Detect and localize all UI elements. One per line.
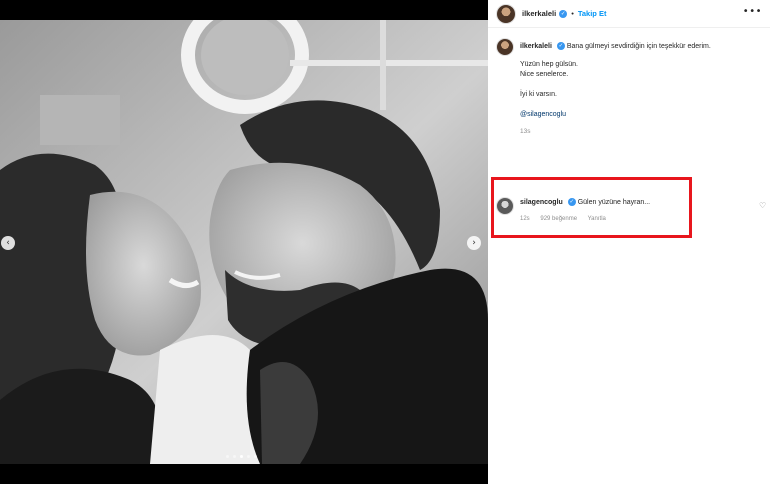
more-options-icon[interactable]: ••• (743, 7, 762, 17)
caption-first-line: Bana gülmeyi sevdirdiğin için teşekkür e… (566, 43, 711, 50)
photo-illustration (0, 20, 488, 464)
caption-line: Yüzün hep gülsün. (520, 61, 578, 68)
caption-mention-link[interactable]: @silagencoglu (520, 110, 762, 120)
carousel-dot[interactable] (226, 455, 229, 458)
commenter-username[interactable]: silagencoglu (520, 199, 563, 206)
caption-author-username[interactable]: ilkerkaleli (520, 43, 552, 50)
caption-verified-badge-icon: ✓ (556, 42, 565, 51)
comment-meta: 12s 929 beğenme Yanıtla (520, 216, 650, 222)
commenter-verified-badge-icon: ✓ (567, 198, 576, 207)
caption-author-avatar[interactable] (496, 38, 514, 56)
post-photo[interactable] (0, 20, 488, 464)
carousel-next-button[interactable]: › (467, 236, 481, 250)
carousel-prev-button[interactable]: ‹ (1, 236, 15, 250)
comment-timestamp[interactable]: 12s (520, 216, 530, 222)
caption-line: Nice senelerce. (520, 71, 569, 78)
caption-timestamp[interactable]: 13s (520, 128, 762, 135)
commenter-avatar[interactable] (496, 197, 514, 215)
post-caption: ilkerkaleli ✓ Bana gülmeyi sevdirdiğin i… (496, 38, 762, 135)
header-separator: • (571, 9, 574, 18)
follow-button[interactable]: Takip Et (578, 9, 607, 18)
post-header: ilkerkaleli ✓ • Takip Et ••• (488, 0, 770, 28)
comment-likes-count[interactable]: 929 beğenme (540, 216, 577, 222)
verified-badge-icon: ✓ (559, 9, 568, 18)
post-side-panel: ilkerkaleli ✓ • Takip Et ••• ilkerkaleli… (488, 0, 770, 484)
comment-text: Gülen yüzüne hayran... (577, 199, 651, 206)
comment-item: silagencoglu ✓ Gülen yüzüne hayran... 12… (496, 197, 758, 222)
post-media-area: ‹ › (0, 0, 488, 484)
comment-reply-button[interactable]: Yanıtla (588, 216, 606, 222)
author-avatar[interactable] (496, 3, 516, 24)
caption-line: İyi ki varsın. (520, 91, 557, 98)
carousel-dot[interactable] (247, 455, 250, 458)
author-username[interactable]: ilkerkaleli (522, 9, 556, 18)
carousel-dot[interactable] (240, 455, 243, 458)
carousel-dots (226, 455, 257, 458)
comment-like-heart-icon[interactable]: ♡ (759, 201, 766, 210)
carousel-dot[interactable] (233, 455, 236, 458)
carousel-dot[interactable] (254, 455, 257, 458)
